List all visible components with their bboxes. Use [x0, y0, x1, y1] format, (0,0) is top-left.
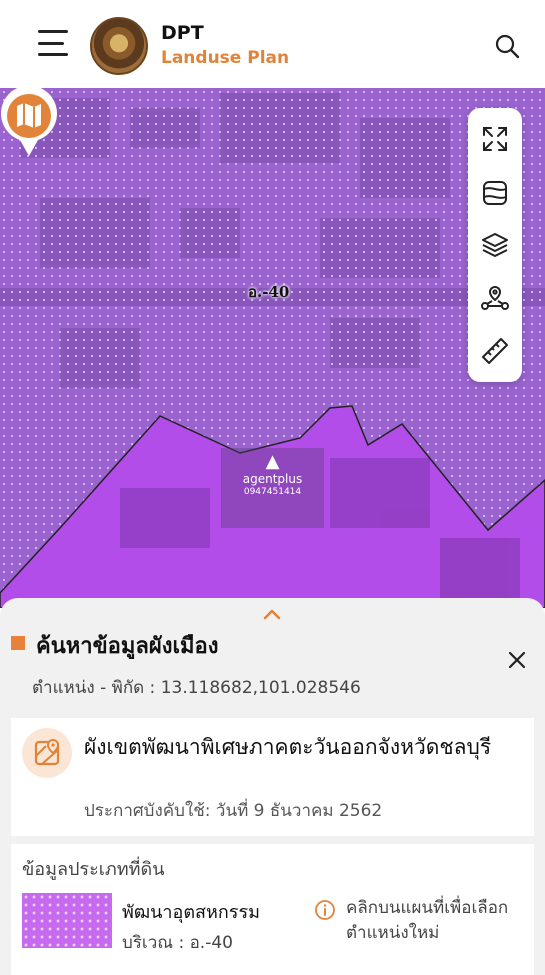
map-view[interactable]: อ.-40 ▲ agentplus 0947451414	[0, 88, 545, 608]
land-type-card: ข้อมูลประเภทที่ดิน พัฒนาอุตสหกรรม บริเวณ…	[11, 844, 534, 975]
info-icon	[315, 900, 335, 920]
watermark: ▲ agentplus 0947451414	[221, 448, 324, 528]
coordinate-value: 13.118682,101.028546	[160, 678, 361, 698]
zone-label: อ.-40	[248, 283, 290, 301]
land-type-heading: ข้อมูลประเภทที่ดิน	[22, 859, 165, 880]
ruler-icon[interactable]	[480, 336, 510, 366]
watermark-brand: agentplus	[242, 472, 303, 486]
map-canvas[interactable]	[0, 88, 545, 608]
agentplus-logo-icon: ▲	[265, 451, 280, 472]
sheet-title: ค้นหาข้อมูลผังเมือง	[36, 634, 219, 659]
plan-icon-badge	[22, 728, 72, 778]
coordinate-row: ตำแหน่ง - พิกัด : 13.118682,101.028546	[32, 674, 361, 701]
layers-icon[interactable]	[480, 230, 510, 260]
plan-card[interactable]: ผังเขตพัฒนาพิเศษภาคตะวันออกจังหวัดชลบุรี…	[11, 718, 534, 836]
plan-effective-date: ประกาศบังคับใช้: วันที่ 9 ธันวาคม 2562	[84, 801, 383, 821]
department-seal-logo	[90, 17, 148, 75]
land-color-swatch	[22, 893, 112, 948]
plan-name: ผังเขตพัฒนาพิเศษภาคตะวันออกจังหวัดชลบุรี	[84, 735, 492, 759]
location-route-icon[interactable]	[480, 284, 510, 314]
map-book-icon[interactable]	[0, 88, 58, 158]
brand-title: DPT	[161, 22, 204, 44]
land-type-name: พัฒนาอุตสหกรรม	[122, 902, 260, 923]
hamburger-menu-icon[interactable]	[38, 30, 70, 56]
coordinate-label: ตำแหน่ง - พิกัด :	[32, 678, 156, 698]
chevron-up-icon[interactable]	[262, 608, 282, 620]
map-pin-doc-icon	[34, 738, 60, 766]
map-toolbar	[468, 108, 522, 382]
title-accent-marker	[11, 636, 25, 650]
fullscreen-expand-icon[interactable]	[480, 124, 510, 154]
close-icon[interactable]	[506, 649, 528, 671]
land-area-code: บริเวณ : อ.-40	[122, 933, 233, 953]
brand-subtitle: Landuse Plan	[161, 48, 290, 68]
app-header: DPT Landuse Plan	[0, 0, 545, 88]
map-click-hint: คลิกบนแผนที่เพื่อเลือกตำแหน่งใหม่	[346, 898, 509, 943]
search-icon[interactable]	[494, 33, 520, 59]
map-frame-icon[interactable]	[480, 178, 510, 208]
info-bottom-sheet: ค้นหาข้อมูลผังเมือง ตำแหน่ง - พิกัด : 13…	[0, 598, 545, 975]
watermark-phone: 0947451414	[243, 487, 302, 497]
